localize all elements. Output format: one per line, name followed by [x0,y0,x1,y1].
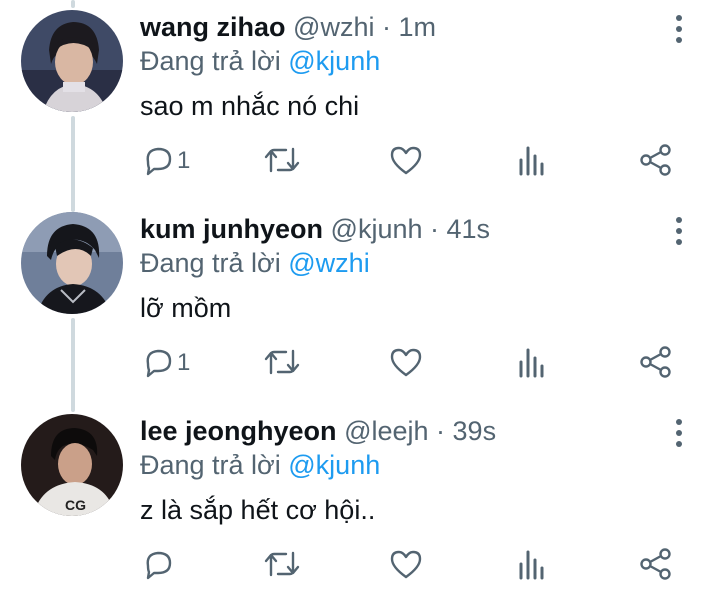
avatar[interactable] [21,10,123,112]
mention-link[interactable]: @kjunh [288,46,380,76]
timestamp[interactable]: · 39s [436,416,496,446]
reply-button[interactable]: 1 [141,143,211,183]
like-button[interactable] [388,143,424,183]
views-button[interactable] [516,345,548,385]
retweet-button[interactable] [262,547,302,587]
tweet[interactable]: kum junhyeon @kjunh · 41s Đang trả lời @… [0,202,720,402]
share-icon [640,548,671,580]
avatar[interactable] [21,212,123,314]
mention-link[interactable]: @kjunh [288,450,380,480]
mention-link[interactable]: @wzhi [288,248,369,278]
views-button[interactable] [516,547,548,587]
reply-icon [146,349,172,378]
replying-to-label: Đang trả lời [140,248,289,278]
like-button[interactable] [388,345,424,385]
like-icon [390,550,422,579]
action-bar: 1 [0,345,720,385]
replying-to: Đang trả lời @kjunh [140,449,380,481]
tweet-text: z là sắp hết cơ hội.. [140,495,376,525]
share-button[interactable] [638,345,674,385]
avatar[interactable]: CG [21,414,123,516]
reply-count: 1 [177,147,191,174]
reply-icon [146,147,172,176]
share-icon [640,144,671,176]
share-button[interactable] [638,547,674,587]
more-options-icon [676,217,682,245]
action-bar [0,547,720,587]
retweet-icon [264,551,300,577]
retweet-button[interactable] [262,345,302,385]
action-bar: 1 [0,143,720,183]
reply-button[interactable]: 1 [141,345,211,385]
views-icon [519,146,544,176]
tweet-header: lee jeonghyeon @leejh · 39s [140,415,496,447]
views-icon [519,550,544,580]
replying-to-label: Đang trả lời [140,46,289,76]
tweet-header: wang zihao @wzhi · 1m [140,11,436,43]
display-name[interactable]: kum junhyeon [140,214,323,244]
user-handle[interactable]: @leejh [344,416,428,446]
like-button[interactable] [388,547,424,587]
retweet-button[interactable] [262,143,302,183]
display-name[interactable]: lee jeonghyeon [140,416,337,446]
more-options-button[interactable] [664,12,694,46]
more-options-button[interactable] [664,416,694,450]
retweet-icon [264,349,300,375]
reply-button[interactable] [141,547,211,587]
more-options-button[interactable] [664,214,694,248]
retweet-icon [264,147,300,173]
more-options-icon [676,15,682,43]
display-name[interactable]: wang zihao [140,12,286,42]
tweet-text: lỡ mồm [140,293,232,323]
svg-text:CG: CG [65,497,86,513]
user-handle[interactable]: @wzhi [293,12,374,42]
replying-to: Đang trả lời @kjunh [140,45,380,77]
tweet[interactable]: wang zihao @wzhi · 1m Đang trả lời @kjun… [0,0,720,200]
replying-to-label: Đang trả lời [140,450,289,480]
reply-icon [146,551,172,580]
reply-count: 1 [177,349,191,376]
replying-to: Đang trả lời @wzhi [140,247,370,279]
like-icon [390,348,422,377]
tweet[interactable]: CG lee jeonghyeon @leejh · 39s Đang trả … [0,404,720,604]
timestamp[interactable]: · 1m [382,12,436,42]
share-button[interactable] [638,143,674,183]
views-button[interactable] [516,143,548,183]
more-options-icon [676,419,682,447]
tweet-header: kum junhyeon @kjunh · 41s [140,213,490,245]
share-icon [640,346,671,378]
tweet-text: sao m nhắc nó chi [140,91,360,121]
like-icon [390,146,422,175]
timestamp[interactable]: · 41s [430,214,490,244]
views-icon [519,348,544,378]
user-handle[interactable]: @kjunh [331,214,423,244]
